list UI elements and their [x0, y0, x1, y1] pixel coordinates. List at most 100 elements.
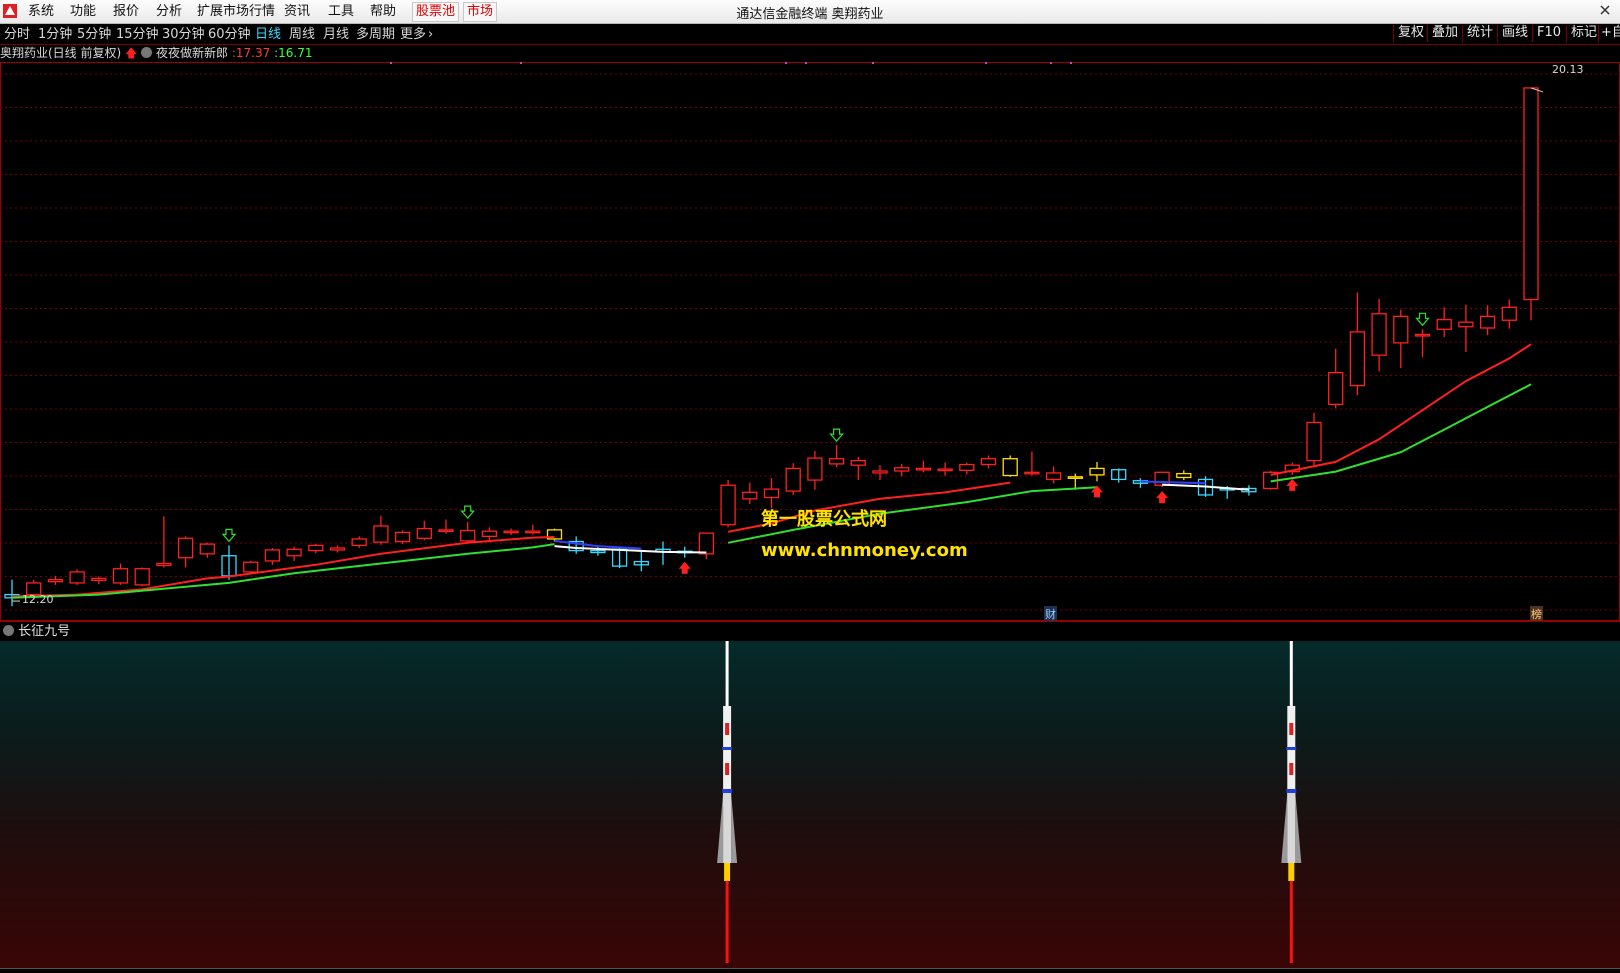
app-logo-icon [3, 4, 17, 18]
stock-name: 奥翔药业(日线 前复权) [0, 46, 122, 60]
sell-signal-arrow-icon [221, 528, 237, 543]
toolbar-custom-button[interactable]: +自 [1598, 25, 1620, 42]
candle-body [1067, 476, 1083, 479]
candle-body [438, 529, 454, 533]
sub-indicator-name: 长征九号 [18, 624, 71, 639]
chart-header: 奥翔药业(日线 前复权) 🡅 夜夜做新新郎 :17.37 :16.71 [0, 45, 313, 62]
top-marker-dot [1070, 62, 1072, 64]
candle-body [1002, 458, 1018, 477]
candle-body [177, 537, 194, 559]
watermark-url: www.chnmoney.com [761, 540, 968, 561]
toolbar-f10-button[interactable]: F10 [1532, 25, 1565, 42]
period-tab-1min[interactable]: 1分钟 [38, 26, 72, 44]
ma-green-line [11, 543, 555, 599]
candle-body [1154, 471, 1170, 486]
candle-body [394, 531, 411, 543]
rocket-flame-core [724, 863, 731, 881]
sub-indicator-dropdown-icon[interactable] [3, 625, 14, 636]
toolbar-draw-button[interactable]: 画线 [1497, 25, 1532, 42]
candle-body [243, 561, 259, 573]
candle-body [47, 579, 64, 583]
indicator-value-green: :16.71 [274, 46, 313, 60]
candle-body [763, 488, 780, 499]
candle-body [1458, 321, 1474, 328]
sell-signal-arrow-icon [1415, 312, 1430, 327]
period-tab-multi[interactable]: 多周期 [356, 26, 395, 44]
candle-body [850, 459, 866, 466]
candle-body [286, 548, 302, 557]
toolbar-overlay-button[interactable]: 叠加 [1427, 25, 1462, 42]
menu-market[interactable]: 市场 [463, 2, 498, 22]
menu-stock-pool[interactable]: 股票池 [412, 2, 460, 22]
candle-body [1523, 87, 1539, 301]
top-marker-dot [1050, 62, 1052, 64]
candle-body [199, 543, 215, 555]
toolbar-mark-button[interactable]: 标记 [1566, 25, 1601, 42]
candle-body [525, 530, 541, 534]
ma-blue-line [1140, 480, 1206, 485]
menu-news[interactable]: 资讯 [284, 3, 310, 21]
indicator-dropdown-icon[interactable] [141, 47, 153, 58]
candle-body [156, 562, 172, 567]
sell-signal-arrow-icon [829, 428, 844, 443]
indicator-value-red: :17.37 [231, 46, 271, 60]
date-axis-strip [0, 968, 1620, 973]
up-arrow-icon: 🡅 [125, 46, 138, 60]
candle-body [1176, 472, 1192, 479]
candle-body [460, 529, 476, 542]
candle-body [1436, 318, 1452, 330]
finance-event-badge[interactable]: 财 [1044, 606, 1057, 622]
toolbar-adjust-button[interactable]: 复权 [1393, 25, 1428, 42]
menu-quote[interactable]: 报价 [113, 3, 139, 21]
candle-body [720, 484, 736, 526]
candle-body [1089, 467, 1105, 476]
menu-function[interactable]: 功能 [70, 3, 96, 21]
menu-help[interactable]: 帮助 [370, 3, 396, 21]
ranking-event-badge[interactable]: 榜 [1530, 606, 1543, 622]
candle-body [1328, 371, 1344, 406]
period-tab-daily[interactable]: 日线 [255, 26, 281, 44]
period-tab-more[interactable]: 更多 [400, 26, 426, 44]
watermark-title: 第一股票公式网 [761, 509, 887, 530]
candle-body [915, 467, 932, 471]
period-tab-weekly[interactable]: 周线 [289, 26, 315, 44]
menu-extended-market[interactable]: 扩展市场行情 [197, 3, 275, 21]
candle-body [1501, 306, 1517, 321]
candle-body [112, 568, 129, 584]
period-tab-5min[interactable]: 5分钟 [77, 26, 111, 44]
candle-body [894, 467, 910, 472]
indicator-name: 夜夜做新新郎 [156, 46, 229, 60]
period-tab-15min[interactable]: 15分钟 [116, 26, 159, 44]
candlestick-chart[interactable] [0, 62, 1620, 621]
candle-body [416, 527, 432, 539]
rocket-stripe [1289, 723, 1294, 735]
period-tab-timeshare[interactable]: 分时 [4, 26, 30, 44]
candle-body [872, 470, 888, 474]
top-marker-dot [985, 62, 987, 64]
window-close-icon[interactable] [1600, 4, 1610, 16]
period-tab-60min[interactable]: 60分钟 [208, 26, 251, 44]
candle-body [1306, 421, 1322, 462]
menu-tools[interactable]: 工具 [328, 3, 354, 21]
candle-body [1393, 315, 1409, 344]
candle-body [91, 577, 107, 582]
menu-bar: 系统 功能 报价 分析 扩展市场行情 资讯 工具 帮助 股票池 市场 通达信金融… [0, 0, 1620, 24]
menu-system[interactable]: 系统 [28, 3, 54, 21]
period-tab-30min[interactable]: 30分钟 [162, 26, 205, 44]
candle-body [1349, 331, 1366, 387]
candle-body [69, 571, 85, 584]
rocket-band [722, 747, 733, 750]
candle-body [785, 467, 801, 492]
period-tab-monthly[interactable]: 月线 [323, 26, 349, 44]
rocket-fin [1281, 793, 1288, 863]
sub-indicator-header: 长征九号 [0, 621, 1620, 642]
top-marker-dot [390, 62, 392, 64]
rocket-band [1286, 789, 1297, 793]
toolbar-stats-button[interactable]: 统计 [1462, 25, 1497, 42]
menu-analysis[interactable]: 分析 [156, 3, 182, 21]
rocket-stripe [725, 723, 730, 735]
candle-body [980, 458, 997, 466]
candle-body [1045, 472, 1062, 481]
candle-body [1024, 471, 1040, 475]
rocket-lower-body [1287, 793, 1296, 863]
